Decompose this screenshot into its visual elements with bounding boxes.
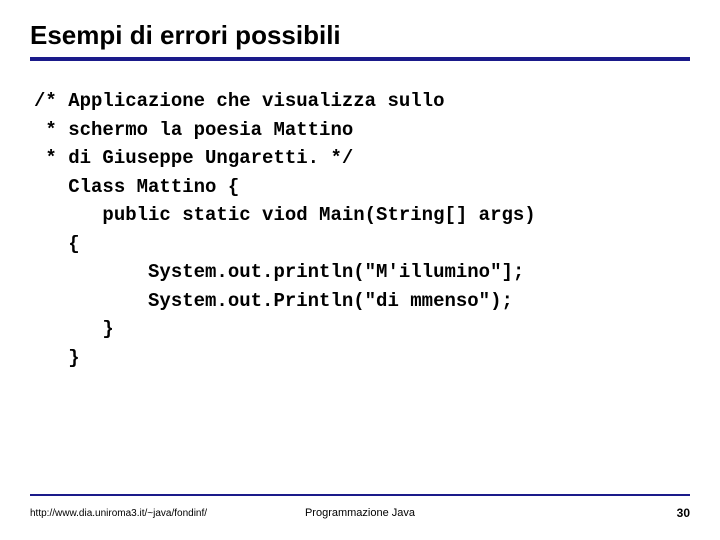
code-line: System.out.println("M'illumino"]; xyxy=(34,261,524,283)
footer-url: http://www.dia.uniroma3.it/~java/fondinf… xyxy=(30,508,207,519)
code-line: /* Applicazione che visualizza sullo xyxy=(34,90,444,112)
code-line: { xyxy=(34,233,80,255)
page-number: 30 xyxy=(677,506,690,520)
code-block: /* Applicazione che visualizza sullo * s… xyxy=(30,87,690,372)
code-line: System.out.Println("di mmenso"); xyxy=(34,290,513,312)
code-line: } xyxy=(34,318,114,340)
code-line: * di Giuseppe Ungaretti. */ xyxy=(34,147,353,169)
code-line: } xyxy=(34,347,80,369)
code-line: public static viod Main(String[] args) xyxy=(34,204,536,226)
slide-title: Esempi di errori possibili xyxy=(30,20,690,61)
code-line: * schermo la poesia Mattino xyxy=(34,119,353,141)
code-line: Class Mattino { xyxy=(34,176,239,198)
footer-divider xyxy=(30,494,690,496)
footer: http://www.dia.uniroma3.it/~java/fondinf… xyxy=(30,506,690,520)
